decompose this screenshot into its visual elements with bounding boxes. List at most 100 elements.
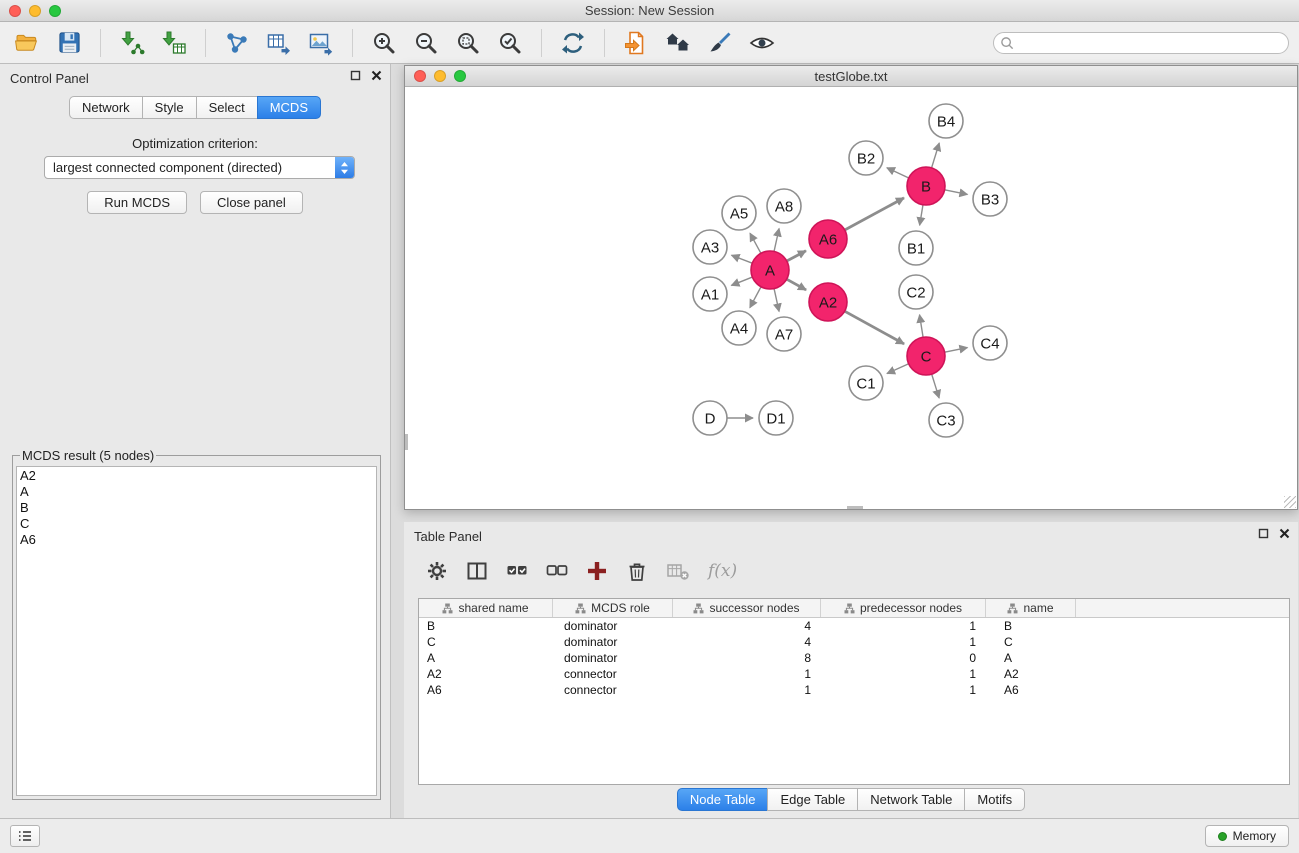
delete-table-icon[interactable] — [666, 560, 690, 582]
node-B1[interactable]: B1 — [899, 231, 933, 265]
new-table-button[interactable] — [262, 27, 296, 59]
close-table-panel-icon[interactable] — [1279, 528, 1290, 539]
style-brush-button[interactable] — [703, 27, 737, 59]
table-row[interactable]: A2connector11A2 — [419, 666, 1289, 682]
table-cell[interactable]: C — [419, 634, 553, 650]
edge-A-A4[interactable] — [750, 287, 761, 308]
edge-C-C2[interactable] — [920, 315, 924, 338]
network-window-titlebar[interactable]: testGlobe.txt — [405, 66, 1297, 87]
home-views-button[interactable] — [661, 27, 695, 59]
node-B3[interactable]: B3 — [973, 182, 1007, 216]
show-columns-icon[interactable] — [466, 560, 488, 582]
node-C4[interactable]: C4 — [973, 326, 1007, 360]
network-minimize-icon[interactable] — [434, 70, 446, 82]
table-cell[interactable]: 1 — [821, 634, 986, 650]
node-D1[interactable]: D1 — [759, 401, 793, 435]
close-panel-icon[interactable] — [371, 70, 382, 81]
table-row[interactable]: A6connector11A6 — [419, 682, 1289, 698]
float-panel-icon[interactable] — [350, 70, 361, 81]
close-window-icon[interactable] — [9, 5, 21, 17]
table-cell[interactable]: A2 — [419, 666, 553, 682]
network-snapshot-button[interactable] — [619, 27, 653, 59]
edge-A-A5[interactable] — [750, 233, 761, 253]
node-A2[interactable]: A2 — [809, 283, 847, 321]
network-canvas[interactable]: B4B2BB3A5A8A6A3B1AC2A1A2A4A7C4CC1DD1C3 — [405, 87, 1297, 509]
network-zoom-icon[interactable] — [454, 70, 466, 82]
edge-C-C3[interactable] — [932, 374, 939, 398]
edge-B-B1[interactable] — [920, 205, 923, 226]
export-image-button[interactable] — [304, 27, 338, 59]
edge-A-A2[interactable] — [787, 279, 806, 290]
node-D[interactable]: D — [693, 401, 727, 435]
node-A3[interactable]: A3 — [693, 230, 727, 264]
tab-select[interactable]: Select — [196, 96, 258, 119]
node-C1[interactable]: C1 — [849, 366, 883, 400]
task-history-button[interactable] — [10, 825, 40, 847]
open-file-button[interactable] — [10, 27, 44, 59]
refresh-button[interactable] — [556, 27, 590, 59]
memory-button[interactable]: Memory — [1205, 825, 1289, 847]
column-header-shared-name[interactable]: shared name — [419, 599, 553, 617]
table-cell[interactable]: 0 — [821, 650, 986, 666]
deselect-all-icon[interactable] — [546, 560, 568, 582]
column-header-successor-nodes[interactable]: successor nodes — [673, 599, 821, 617]
table-cell[interactable]: dominator — [553, 618, 673, 634]
tab-mcds[interactable]: MCDS — [257, 96, 321, 119]
table-cell[interactable]: A6 — [986, 682, 1076, 698]
table-cell[interactable]: 1 — [821, 618, 986, 634]
mcds-result-item[interactable]: A2 — [20, 468, 373, 484]
network-close-icon[interactable] — [414, 70, 426, 82]
table-cell[interactable]: 1 — [821, 666, 986, 682]
import-network-from-file-button[interactable] — [115, 27, 149, 59]
edge-B-B3[interactable] — [945, 190, 968, 195]
search-input[interactable] — [993, 32, 1289, 54]
table-cell[interactable]: connector — [553, 682, 673, 698]
table-cell[interactable]: A2 — [986, 666, 1076, 682]
edge-A-A6[interactable] — [787, 251, 806, 261]
node-C2[interactable]: C2 — [899, 275, 933, 309]
node-B2[interactable]: B2 — [849, 141, 883, 175]
table-cell[interactable]: B — [419, 618, 553, 634]
table-cell[interactable]: 1 — [673, 666, 821, 682]
node-A8[interactable]: A8 — [767, 189, 801, 223]
column-header-name[interactable]: name — [986, 599, 1076, 617]
edge-A-A1[interactable] — [731, 277, 752, 285]
column-header-predecessor-nodes[interactable]: predecessor nodes — [821, 599, 986, 617]
node-A[interactable]: A — [751, 251, 789, 289]
close-panel-button[interactable]: Close panel — [200, 191, 303, 214]
table-row[interactable]: Cdominator41C — [419, 634, 1289, 650]
new-network-button[interactable] — [220, 27, 254, 59]
tab-network[interactable]: Network — [69, 96, 143, 119]
delete-column-icon[interactable] — [626, 560, 648, 582]
zoom-window-icon[interactable] — [49, 5, 61, 17]
float-table-panel-icon[interactable] — [1258, 528, 1269, 539]
mcds-result-item[interactable]: C — [20, 516, 373, 532]
add-column-icon[interactable] — [586, 560, 608, 582]
tab-node-table[interactable]: Node Table — [677, 788, 769, 811]
mcds-result-item[interactable]: A — [20, 484, 373, 500]
node-A4[interactable]: A4 — [722, 311, 756, 345]
node-B[interactable]: B — [907, 167, 945, 205]
node-A7[interactable]: A7 — [767, 317, 801, 351]
edge-C-C1[interactable] — [887, 364, 909, 374]
run-mcds-button[interactable]: Run MCDS — [87, 191, 187, 214]
mcds-result-list[interactable]: A2ABCA6 — [16, 466, 377, 796]
table-cell[interactable]: 8 — [673, 650, 821, 666]
table-cell[interactable]: 4 — [673, 634, 821, 650]
function-builder-button[interactable]: f(x) — [708, 561, 737, 581]
table-cell[interactable]: A6 — [419, 682, 553, 698]
table-cell[interactable]: B — [986, 618, 1076, 634]
node-C[interactable]: C — [907, 337, 945, 375]
minimize-window-icon[interactable] — [29, 5, 41, 17]
zoom-selected-button[interactable] — [493, 27, 527, 59]
edge-B-B4[interactable] — [932, 143, 940, 168]
gear-icon[interactable] — [426, 560, 448, 582]
table-cell[interactable]: 4 — [673, 618, 821, 634]
mcds-result-item[interactable]: B — [20, 500, 373, 516]
table-cell[interactable]: connector — [553, 666, 673, 682]
criterion-dropdown[interactable]: largest connected component (directed) — [44, 156, 355, 179]
table-cell[interactable]: 1 — [821, 682, 986, 698]
node-B4[interactable]: B4 — [929, 104, 963, 138]
edge-A-A7[interactable] — [774, 289, 779, 312]
node-A5[interactable]: A5 — [722, 196, 756, 230]
